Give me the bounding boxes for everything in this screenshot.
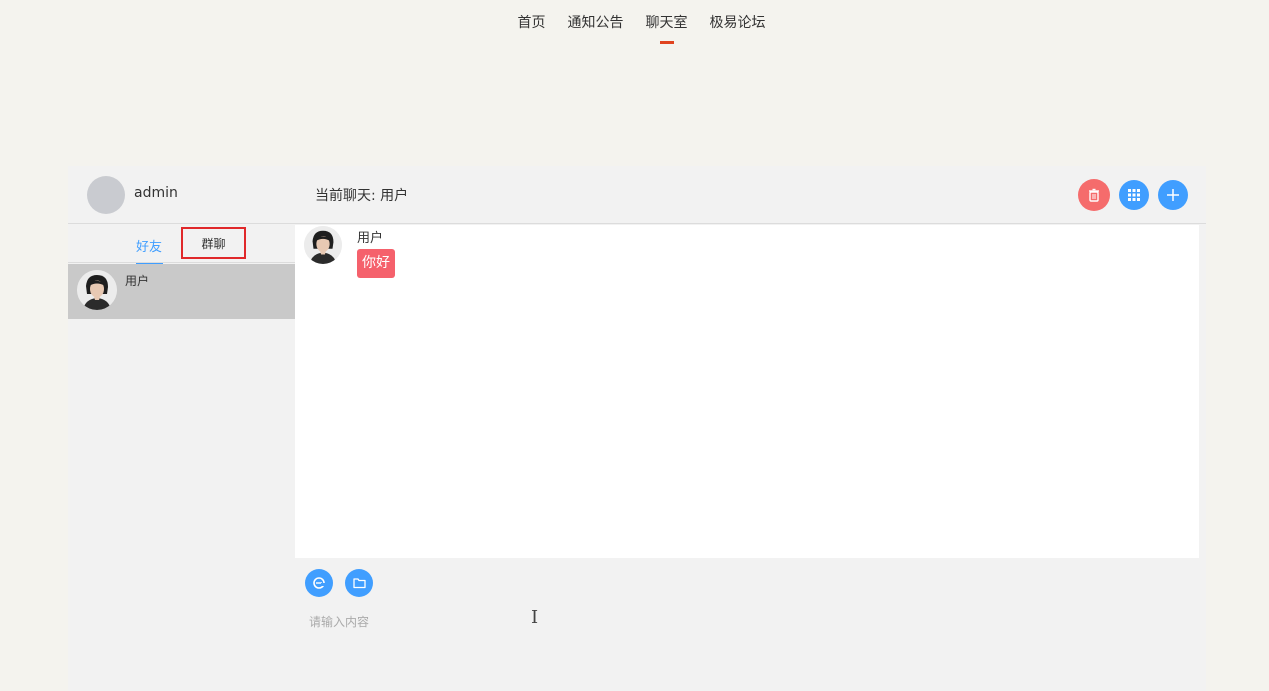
contact-sidebar: 好友 群聊 用户 — [68, 224, 295, 691]
nav-item-forum[interactable]: 极易论坛 — [710, 12, 766, 36]
nav-item-announcements[interactable]: 通知公告 — [568, 12, 624, 36]
tab-group-chat[interactable]: 群聊 — [181, 227, 246, 259]
file-button[interactable] — [345, 569, 373, 597]
contact-name: 用户 — [125, 274, 150, 288]
tabs-divider — [68, 262, 295, 263]
trash-icon — [1089, 188, 1099, 202]
add-button[interactable] — [1158, 180, 1188, 210]
nav-item-chatroom[interactable]: 聊天室 — [646, 12, 688, 44]
contact-item[interactable]: 用户 — [68, 264, 295, 319]
emoji-button[interactable] — [305, 569, 333, 597]
folder-icon — [352, 578, 366, 589]
text-cursor-icon: I — [531, 607, 539, 628]
emoji-icon — [313, 577, 325, 589]
message-sender: 用户 — [357, 231, 384, 246]
chat-panel: admin 当前聊天: 用户 好友 群聊 用户 用户 你好 请输入内容 I — [68, 166, 1206, 691]
contact-avatar — [77, 270, 117, 310]
my-username: admin — [134, 185, 178, 201]
grid-icon — [1128, 189, 1140, 201]
nav-item-home[interactable]: 首页 — [518, 12, 546, 36]
chat-header: admin 当前聊天: 用户 — [68, 166, 1206, 224]
sender-avatar[interactable] — [304, 226, 342, 264]
message-bubble: 你好 — [357, 249, 395, 278]
current-chat-title: 当前聊天: 用户 — [315, 188, 409, 204]
menu-grid-button[interactable] — [1119, 180, 1149, 210]
plus-icon — [1167, 189, 1179, 201]
tab-friends[interactable]: 好友 — [136, 236, 164, 264]
top-navigation: 首页 通知公告 聊天室 极易论坛 — [0, 0, 1269, 50]
message-composer: I — [295, 558, 1206, 691]
contact-tabs: 好友 群聊 — [68, 224, 295, 264]
my-avatar[interactable] — [87, 176, 125, 214]
delete-button[interactable] — [1078, 179, 1110, 211]
message-input[interactable] — [309, 609, 1189, 635]
message-list: 用户 你好 — [295, 225, 1199, 558]
